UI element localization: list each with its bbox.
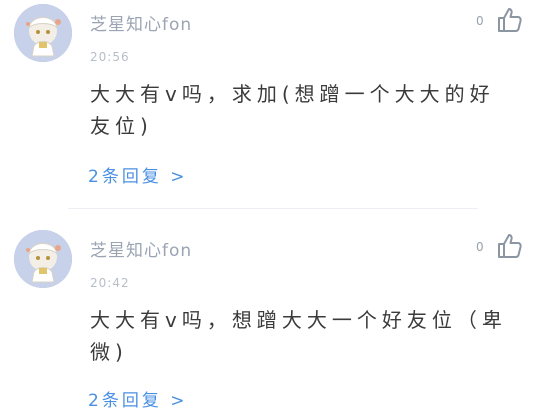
comment-text: 大大有v吗，求加(想蹭一个大大的好友位) (90, 82, 495, 138)
divider (68, 208, 478, 209)
comment-text: 大大有v吗，想蹭大大一个好友位（卑微) (90, 308, 507, 364)
view-replies-link[interactable]: 2条回复 > (88, 162, 187, 187)
replies-label: 2条回复 (88, 391, 162, 411)
avatar[interactable] (14, 4, 72, 62)
username[interactable]: 芝星知心fon (90, 10, 192, 35)
thumbs-up-icon[interactable] (496, 6, 524, 34)
username[interactable]: 芝星知心fon (90, 236, 192, 261)
chevron-right-icon: > (170, 167, 188, 187)
avatar[interactable] (14, 230, 72, 288)
timestamp: 20:56 (90, 50, 130, 64)
thumbs-up-icon[interactable] (496, 232, 524, 260)
replies-label: 2条回复 (88, 167, 162, 187)
chevron-right-icon: > (170, 391, 188, 411)
view-replies-link[interactable]: 2条回复 > (88, 386, 187, 411)
like-count: 0 (476, 240, 484, 254)
timestamp: 20:42 (90, 276, 130, 290)
like-count: 0 (476, 14, 484, 28)
